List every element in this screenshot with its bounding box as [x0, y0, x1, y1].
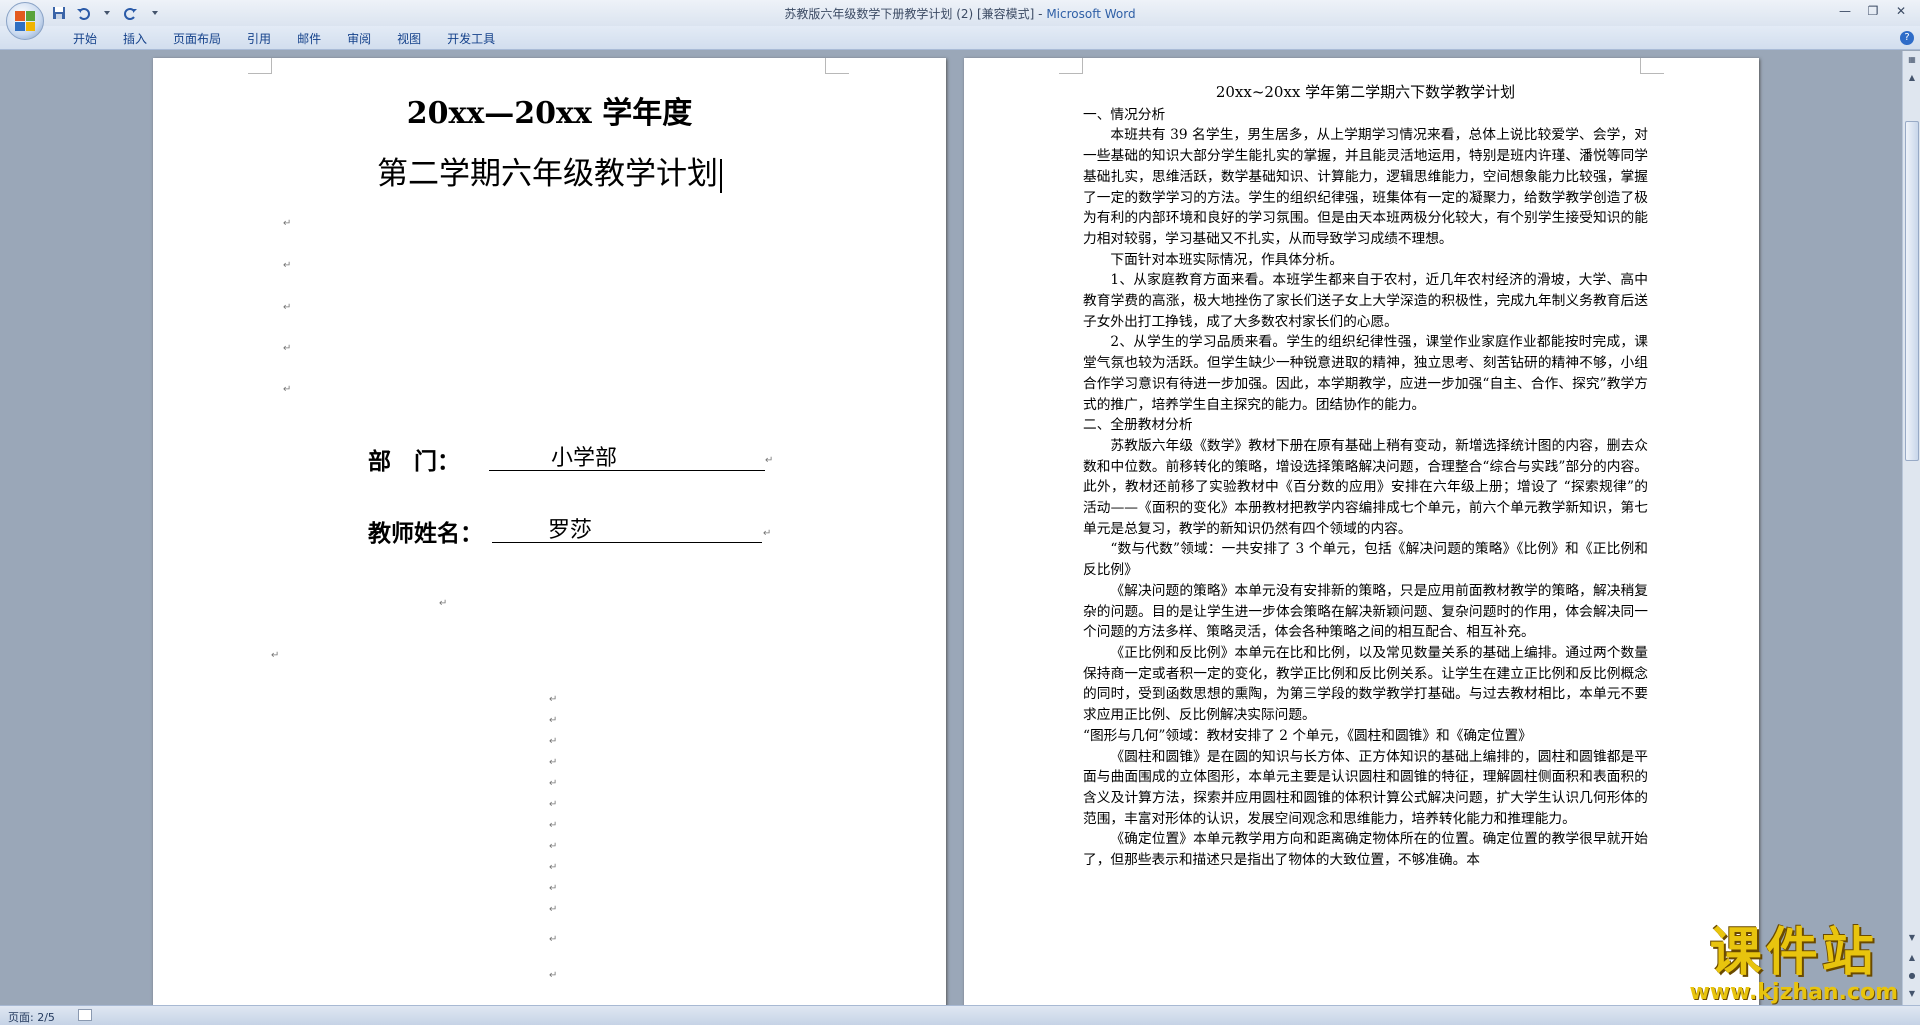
page-plan-content[interactable]: 20xx~20xx 学年第二学期六下数学教学计划 一、情况分析 本班共有 39 …	[964, 58, 1759, 1005]
paragraph-mark-icon: ↵	[283, 260, 292, 271]
office-logo-icon	[15, 11, 35, 31]
body-paragraph: 《正比例和反比例》本单元在比和比例，以及常见数量关系的基础上编排。通过两个数量保…	[1083, 644, 1648, 724]
tab-developer[interactable]: 开发工具	[434, 30, 508, 48]
tab-page-layout[interactable]: 页面布局	[160, 30, 234, 48]
paragraph-mark-icon: ↵	[549, 904, 558, 915]
body-paragraph: 苏教版六年级《数学》教材下册在原有基础上稍有变动，新增选择统计图的内容，删去众数…	[1083, 437, 1648, 537]
text-cursor	[720, 158, 722, 193]
paragraph-mark-icon: ↵	[549, 736, 558, 747]
proofing-icon[interactable]	[78, 1009, 92, 1021]
tab-insert[interactable]: 插入	[110, 30, 160, 48]
paragraph-mark-icon: ↵	[763, 528, 772, 539]
tab-references[interactable]: 引用	[234, 30, 284, 48]
ribbon: 开始 插入 页面布局 引用 邮件 审阅 视图 开发工具 ?	[0, 26, 1920, 50]
body-paragraph: 《圆柱和圆锥》是在圆的知识与长方体、正方体知识的基础上编排的，圆柱和圆锥都是平面…	[1083, 748, 1648, 827]
maximize-icon[interactable]: ❐	[1860, 2, 1886, 20]
crop-mark	[248, 58, 272, 74]
watermark-name: 课件站	[1709, 923, 1878, 983]
plan-title: 20xx~20xx 学年第二学期六下数学教学计划	[1215, 83, 1516, 101]
scroll-up-icon[interactable]: ▲	[1905, 71, 1919, 85]
paragraph-mark-icon: ↵	[765, 455, 774, 466]
app-name: Microsoft Word	[1046, 7, 1136, 21]
paragraph-mark-icon: ↵	[271, 650, 280, 661]
page-cover[interactable]: 20xx—20xx 学年度 第二学期六年级教学计划 ↵ ↵ ↵ ↵ ↵ 部 门：…	[153, 58, 946, 1005]
paragraph-mark-icon: ↵	[549, 934, 558, 945]
body-paragraph: 《解决问题的策略》本单元没有安排新的策略，只是应用前面教材教学的策略，解决稍复杂…	[1083, 582, 1648, 641]
crop-mark	[1640, 58, 1664, 74]
body-paragraph: 下面针对本班实际情况，作具体分析。	[1110, 251, 1344, 268]
section-heading: 二、全册教材分析	[1083, 417, 1193, 434]
cover-title-year: 20xx—20xx 学年度	[406, 96, 693, 131]
tab-review[interactable]: 审阅	[334, 30, 384, 48]
paragraph-mark-icon: ↵	[549, 694, 558, 705]
select-browse-object-icon[interactable]: ●	[1905, 969, 1919, 983]
paragraph-mark-icon: ↵	[283, 384, 292, 395]
body-paragraph: 本班共有 39 名学生，男生居多，从上学期学习情况来看，总体上说比较爱学、会学，…	[1083, 127, 1648, 247]
paragraph-mark-icon: ↵	[283, 343, 292, 354]
paragraph-mark-icon: ↵	[549, 757, 558, 768]
paragraph-mark-icon: ↵	[283, 218, 292, 229]
window-controls: — ❐ ✕	[1832, 2, 1914, 20]
body-paragraph: 2、从学生的学习品质来看。学生的组织纪律性强，课堂作业家庭作业都能按时完成，课堂…	[1083, 334, 1648, 413]
tab-home[interactable]: 开始	[60, 30, 110, 48]
crop-mark	[825, 58, 849, 74]
teacher-label: 教师姓名：	[368, 520, 483, 547]
cover-title-plan: 第二学期六年级教学计划	[153, 148, 946, 193]
close-icon[interactable]: ✕	[1888, 2, 1914, 20]
watermark-url: www.kjzhan.com	[1689, 980, 1898, 1005]
tab-mailings[interactable]: 邮件	[284, 30, 334, 48]
dept-label: 部 门：	[368, 448, 460, 475]
paragraph-mark-icon: ↵	[549, 970, 558, 981]
previous-page-icon[interactable]: ▲	[1905, 951, 1919, 965]
crop-mark	[1059, 58, 1083, 74]
minimize-icon[interactable]: —	[1832, 2, 1858, 20]
window-title: 苏教版六年级数学下册教学计划 (2) [兼容模式] - Microsoft Wo…	[0, 5, 1920, 22]
ribbon-tabs: 开始 插入 页面布局 引用 邮件 审阅 视图 开发工具	[60, 30, 508, 48]
paragraph-mark-icon: ↵	[549, 862, 558, 873]
paragraph-mark-icon: ↵	[439, 598, 448, 609]
body-paragraph: 《确定位置》本单元教学用方向和距离确定物体所在的位置。确定位置的教学很早就开始了…	[1083, 831, 1648, 869]
title-bar: 苏教版六年级数学下册教学计划 (2) [兼容模式] - Microsoft Wo…	[0, 0, 1920, 40]
ruler-toggle-icon[interactable]: ▦	[1905, 53, 1919, 67]
plan-body: 20xx~20xx 学年第二学期六下数学教学计划 一、情况分析 本班共有 39 …	[1083, 82, 1648, 871]
paragraph-mark-icon: ↵	[549, 715, 558, 726]
section-heading: “图形与几何”领域：教材安排了 2 个单元，《圆柱和圆锥》和《确定位置》	[1083, 727, 1532, 744]
paragraph-mark-icon: ↵	[549, 820, 558, 831]
section-heading: 一、情况分析	[1083, 106, 1166, 123]
paragraph-mark-icon: ↵	[549, 778, 558, 789]
next-page-icon[interactable]: ▼	[1905, 987, 1919, 1001]
paragraph-mark-icon: ↵	[283, 302, 292, 313]
dept-value[interactable]: 小学部	[489, 440, 765, 471]
paragraph-mark-icon: ↵	[549, 883, 558, 894]
cover-title-plan-text: 第二学期六年级教学计划	[377, 156, 718, 192]
scrollbar-thumb[interactable]	[1905, 121, 1919, 461]
paragraph-mark-icon: ↵	[549, 799, 558, 810]
document-area[interactable]: 20xx—20xx 学年度 第二学期六年级教学计划 ↵ ↵ ↵ ↵ ↵ 部 门：…	[0, 51, 1902, 1005]
page-indicator[interactable]: 页面: 2/5	[8, 1009, 55, 1025]
watermark-logo: 课件站 www.kjzhan.com	[1689, 925, 1898, 1005]
body-paragraph: “数与代数”领域：一共安排了 3 个单元，包括《解决问题的策略》《比例》和《正比…	[1083, 541, 1648, 579]
tab-view[interactable]: 视图	[384, 30, 434, 48]
scroll-down-icon[interactable]: ▼	[1905, 931, 1919, 945]
paragraph-mark-icon: ↵	[549, 841, 558, 852]
body-paragraph: 1、从家庭教育方面来看。本班学生都来自于农村，近几年农村经济的滑坡，大学、高中教…	[1083, 272, 1648, 330]
teacher-value[interactable]: 罗莎	[492, 512, 762, 543]
help-icon[interactable]: ?	[1900, 31, 1914, 45]
office-button[interactable]	[6, 2, 44, 40]
status-bar: 页面: 2/5	[0, 1005, 1920, 1025]
document-title: 苏教版六年级数学下册教学计划 (2) [兼容模式] -	[784, 7, 1047, 21]
vertical-scrollbar[interactable]: ▦ ▲ ▼ ▲ ● ▼	[1902, 51, 1920, 1005]
